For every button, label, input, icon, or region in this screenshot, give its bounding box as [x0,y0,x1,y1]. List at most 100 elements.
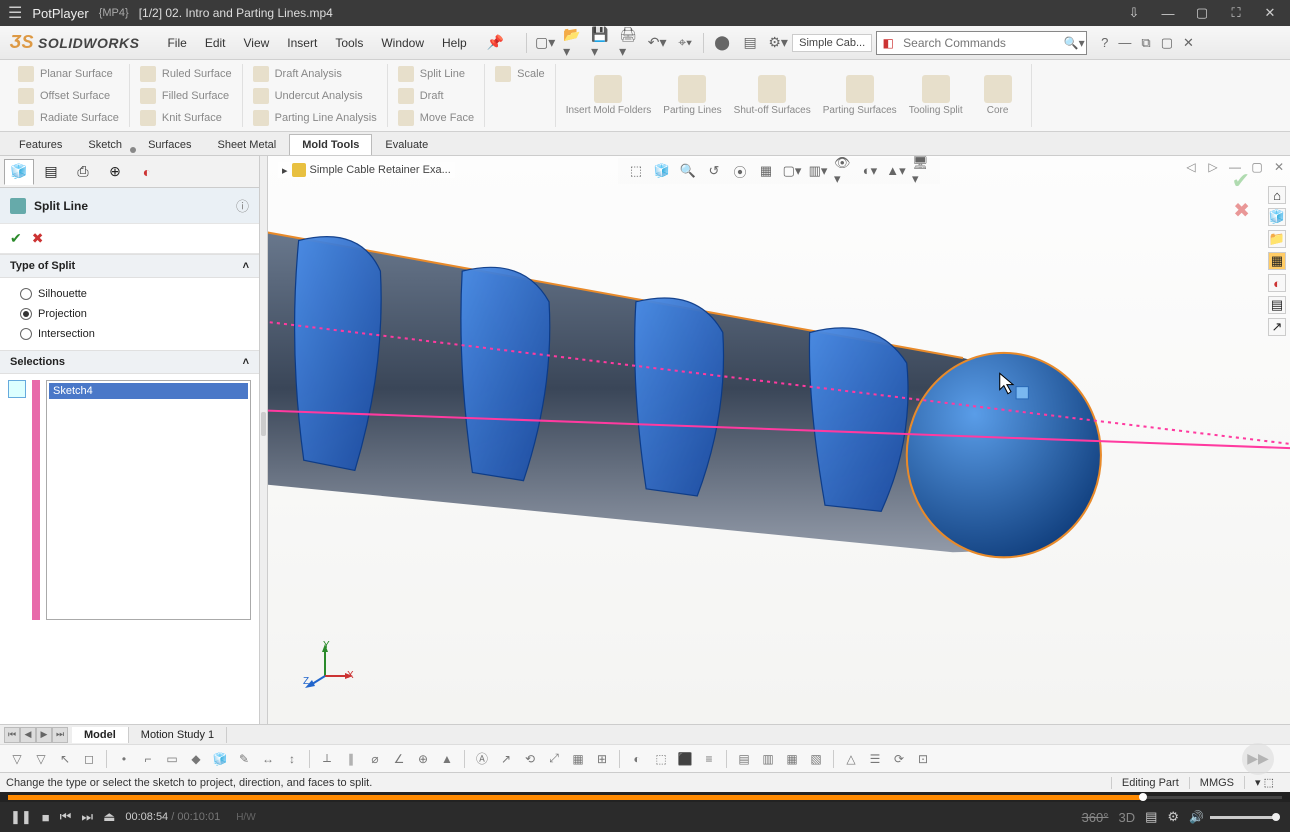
tb-icon[interactable]: ∥ [342,750,360,768]
tb-icon[interactable]: 🧊 [211,750,229,768]
print-icon[interactable]: 🖨▾ [619,33,639,53]
cmd-draft-analysis[interactable]: Draft Analysis [253,64,377,84]
tab-sketch[interactable]: Sketch [75,134,135,155]
tb-icon[interactable]: • [115,750,133,768]
menu-view[interactable]: View [236,32,278,54]
tb-icon[interactable]: ▥ [759,750,777,768]
tb-icon[interactable]: ▤ [735,750,753,768]
maximize-button[interactable]: ▢ [1190,5,1214,21]
vp-max-icon[interactable]: ▢ [1248,158,1266,176]
tb-icon[interactable]: ⊡ [914,750,932,768]
progress-knob[interactable] [1139,793,1147,801]
tab-prev-icon[interactable]: ◀ [20,727,36,743]
open-doc-icon[interactable]: 📂▾ [563,33,583,53]
tb-icon[interactable]: ▭ [163,750,181,768]
play-overlay-icon[interactable]: ▶▶ [1242,744,1274,772]
menu-window[interactable]: Window [373,32,432,54]
property-tab-icon[interactable]: ▤ [36,159,66,185]
tab-features[interactable]: Features [6,134,75,155]
cmd-core[interactable]: Core [975,75,1021,116]
tb-icon[interactable]: ▽ [8,750,26,768]
cmd-knit-surface[interactable]: Knit Surface [140,108,232,128]
collapse-icon[interactable]: ˄ [243,260,249,272]
save-icon[interactable]: 💾▾ [591,33,611,53]
tb-icon[interactable]: ⟂ [318,750,336,768]
collapse-icon[interactable]: ˄ [243,356,249,368]
tb-icon[interactable]: ✎ [235,750,253,768]
cmd-shutoff-surfaces[interactable]: Shut-off Surfaces [734,75,811,116]
tb-icon[interactable]: Ⓐ [473,750,491,768]
section-type-of-split[interactable]: Type of Split˄ [0,254,259,278]
sw-minimize-button[interactable]: — [1116,35,1133,51]
cmd-split-line[interactable]: Split Line [398,64,474,84]
options-icon[interactable]: ⚙▾ [768,33,788,53]
tab-first-icon[interactable]: ⏮ [4,727,20,743]
rebuild-icon[interactable]: ⬤ [712,33,732,53]
tab-next-icon[interactable]: ▶ [36,727,52,743]
tb-icon[interactable]: ▦ [783,750,801,768]
playlist-icon[interactable]: ▤ [1145,809,1157,825]
volume-control[interactable]: 🔊 [1189,810,1280,824]
minimize-button[interactable]: — [1156,6,1180,21]
menu-help[interactable]: Help [434,32,475,54]
tab-surfaces[interactable]: Surfaces [135,134,204,155]
tb-icon[interactable]: ▧ [807,750,825,768]
settings-icon[interactable]: ⚙ [1167,809,1179,825]
radio-projection[interactable]: Projection [20,304,239,324]
play-pause-button[interactable]: ❚❚ [10,809,32,825]
dimxpert-tab-icon[interactable]: ⊕ [100,159,130,185]
panel-help-icon[interactable]: ⓘ [236,196,249,215]
close-button[interactable]: ✕ [1258,5,1282,21]
menu-file[interactable]: File [159,32,194,54]
next-button[interactable]: ⏭ [81,809,93,825]
tb-icon[interactable]: ↗ [497,750,515,768]
tab-last-icon[interactable]: ⏭ [52,727,68,743]
3d-label[interactable]: 3D [1118,810,1135,825]
vp-close-icon[interactable]: ✕ [1270,158,1288,176]
cmd-planar-surface[interactable]: Planar Surface [18,64,119,84]
tb-icon[interactable]: ↖ [56,750,74,768]
tb-icon[interactable]: ◻ [80,750,98,768]
tb-icon[interactable]: ↔ [259,750,277,768]
cmd-undercut-analysis[interactable]: Undercut Analysis [253,86,377,106]
sw-close-button[interactable]: ✕ [1181,35,1196,51]
cmd-parting-lines[interactable]: Parting Lines [663,75,721,116]
tb-icon[interactable]: ▲ [438,750,456,768]
tb-icon[interactable]: ▦ [569,750,587,768]
vp-next-icon[interactable]: ▷ [1204,158,1222,176]
config-tab-icon[interactable]: ⎙ [68,159,98,185]
fullscreen-button[interactable]: ⛶ [1224,5,1248,21]
graphics-viewport[interactable]: ▸ Simple Cable Retainer Exa... ⬚ 🧊 🔍 ↺ ⦿… [268,156,1290,724]
undo-icon[interactable]: ↶▾ [647,33,667,53]
tb-icon[interactable]: ⟳ [890,750,908,768]
cmd-parting-surfaces[interactable]: Parting Surfaces [823,75,897,116]
cmd-draft[interactable]: Draft [398,86,474,106]
sw-maximize-button[interactable]: ▢ [1159,35,1175,51]
pin-icon[interactable]: ⇩ [1122,5,1146,21]
tab-mold-tools[interactable]: Mold Tools [289,134,372,155]
orientation-triad[interactable]: Y X Z [303,644,353,694]
menu-edit[interactable]: Edit [197,32,234,54]
command-search[interactable]: ◧ 🔍▾ [876,31,1087,55]
document-selector[interactable]: Simple Cab... [792,34,872,52]
deg-label[interactable]: 360° [1082,810,1109,825]
panel-splitter[interactable] [260,156,268,724]
tb-icon[interactable]: △ [842,750,860,768]
select-icon[interactable]: ⌖▾ [675,33,695,53]
accept-button[interactable]: ✔ [10,230,22,247]
tb-icon[interactable]: ∠ [390,750,408,768]
tab-sheet-metal[interactable]: Sheet Metal [204,134,289,155]
vp-prev-icon[interactable]: ◁ [1182,158,1200,176]
tb-icon[interactable]: ◐ [628,750,646,768]
cmd-filled-surface[interactable]: Filled Surface [140,86,232,106]
cmd-radiate-surface[interactable]: Radiate Surface [18,108,119,128]
tb-icon[interactable]: ⊕ [414,750,432,768]
tb-icon[interactable]: ≡ [700,750,718,768]
eject-button[interactable]: ⏏ [103,809,115,825]
tab-motion-study[interactable]: Motion Study 1 [129,727,227,743]
tb-icon[interactable]: ⬚ [652,750,670,768]
tb-icon[interactable]: ⊞ [593,750,611,768]
cmd-offset-surface[interactable]: Offset Surface [18,86,119,106]
cmd-insert-mold-folders[interactable]: Insert Mold Folders [566,75,652,116]
cmd-ruled-surface[interactable]: Ruled Surface [140,64,232,84]
